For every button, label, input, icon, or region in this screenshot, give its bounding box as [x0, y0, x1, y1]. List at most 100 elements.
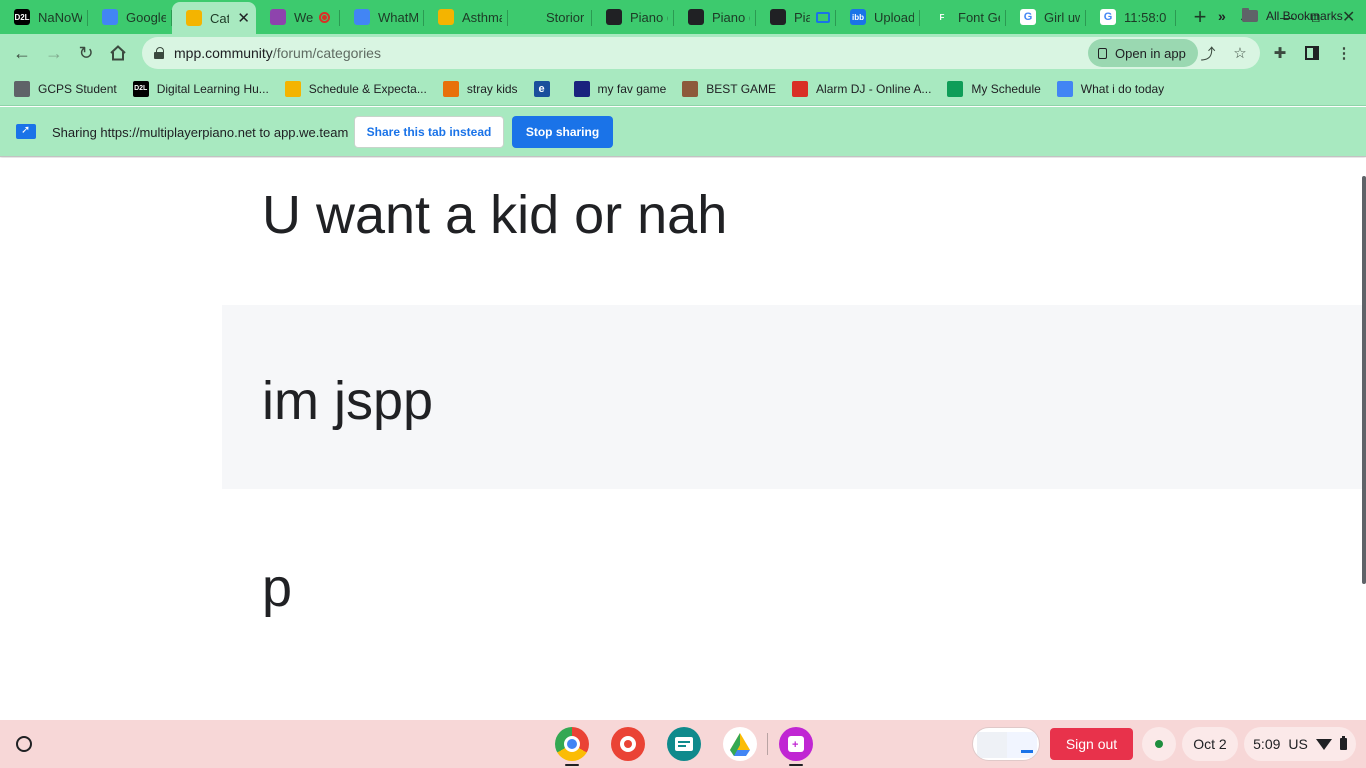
holding-thumbnail[interactable] — [1007, 732, 1037, 758]
holding-thumbnail[interactable] — [977, 732, 1007, 758]
holding-space-tray[interactable] — [972, 727, 1040, 761]
browser-tab[interactable]: G Girl uwu — [1006, 2, 1086, 32]
screen-sharing-infobar: Sharing https://multiplayerpiano.net to … — [0, 107, 1366, 157]
google-slides-icon — [438, 9, 454, 25]
category-title[interactable]: im jspp — [262, 370, 433, 432]
browser-tab[interactable]: D2L NaNoW — [0, 2, 88, 32]
bookmark-label: Alarm DJ - Online A... — [816, 81, 932, 96]
forum-category-row[interactable]: im jspp — [222, 305, 1366, 489]
fontgen-icon: F — [934, 9, 950, 25]
google-docs-icon — [1056, 80, 1073, 97]
google-drive-app-icon[interactable] — [723, 727, 757, 761]
google-slides-icon — [284, 80, 301, 97]
piano-icon — [606, 9, 622, 25]
folder-icon — [1242, 8, 1258, 22]
tab-title: WhatM — [378, 9, 418, 25]
browser-tab[interactable]: Piano ( — [674, 2, 756, 32]
back-button[interactable]: ← — [6, 37, 38, 69]
sharing-screen-icon — [816, 11, 830, 23]
reload-icon: ↻ — [78, 42, 94, 63]
close-tab-icon[interactable]: ✕ — [237, 9, 250, 27]
browser-tab[interactable]: Piano ( — [592, 2, 674, 32]
canvas-app-icon[interactable] — [611, 727, 645, 761]
browser-tab[interactable]: F Font Ge — [920, 2, 1006, 32]
google-g-icon: G — [1020, 9, 1036, 25]
browser-tab[interactable]: Google — [88, 2, 172, 32]
bookmark-label: my fav game — [597, 81, 667, 96]
bookmark-item[interactable]: BEST GAME — [682, 80, 776, 97]
tab-title: We — [294, 9, 314, 25]
classroom-app-icon[interactable] — [667, 727, 701, 761]
all-bookmarks-button[interactable]: All Bookmarks — [1242, 8, 1343, 23]
system-tray[interactable]: 5:09 US — [1244, 727, 1356, 761]
browser-tab[interactable]: Asthma — [424, 2, 508, 32]
share-icon[interactable]: ⤴ — [1198, 43, 1218, 63]
bookmark-item[interactable]: e — [533, 80, 558, 97]
battery-icon — [1339, 736, 1347, 750]
extensions-puzzle-icon[interactable]: ✚ — [1270, 43, 1290, 63]
weteam-icon — [270, 9, 286, 25]
home-button[interactable] — [102, 37, 134, 69]
date-tray[interactable]: Oct 2 — [1182, 727, 1238, 761]
launcher-button[interactable] — [10, 730, 38, 758]
tab-strip: D2L NaNoW Google Cat ✕ We WhatM Asthma Storior Pi… — [0, 0, 1366, 34]
tab-title: Upload — [874, 9, 914, 25]
bookmark-item[interactable]: D2L Digital Learning Hu... — [132, 80, 269, 97]
more-bookmarks-chevron-icon[interactable]: » — [1218, 8, 1226, 24]
browser-tab[interactable]: Storior — [508, 2, 592, 32]
sharing-status-text: Sharing https://multiplayerpiano.net to … — [52, 125, 349, 140]
new-tab-button[interactable]: + — [1182, 2, 1218, 32]
bookmark-item[interactable]: my fav game — [573, 80, 667, 97]
tab-title: Asthma — [462, 9, 502, 25]
browser-tab[interactable]: ibb Upload — [836, 2, 920, 32]
tab-title: Piano ( — [712, 9, 750, 25]
screencast-app-icon[interactable]: + — [779, 727, 813, 766]
bookmark-item[interactable]: My Schedule — [947, 80, 1041, 97]
tab-title: 11:58:0 — [1124, 9, 1167, 25]
ibb-icon: ibb — [850, 9, 866, 25]
page-content: U want a kid or nah im jspp p — [0, 158, 1366, 720]
forum-category-row[interactable]: p — [222, 489, 1366, 689]
face-icon — [682, 80, 699, 97]
browser-tab[interactable]: We — [256, 2, 340, 32]
open-in-app-button[interactable]: Open in app — [1088, 39, 1198, 67]
tab-title: Cat — [210, 10, 230, 26]
vertical-scrollbar[interactable] — [1362, 176, 1366, 584]
piano-icon — [770, 9, 786, 25]
google-sheets-icon — [947, 80, 964, 97]
bookmark-item[interactable]: Alarm DJ - Online A... — [792, 80, 932, 97]
browser-tab[interactable]: WhatM — [340, 2, 424, 32]
browser-tab[interactable]: G 11:58:0 — [1086, 2, 1176, 32]
forward-button[interactable]: → — [38, 37, 70, 69]
bookmark-star-icon[interactable]: ☆ — [1230, 43, 1250, 63]
close-window-icon[interactable]: ✕ — [1342, 0, 1355, 34]
bookmark-label: My Schedule — [971, 81, 1041, 96]
category-title[interactable]: p — [262, 557, 292, 619]
bookmark-item[interactable]: GCPS Student — [14, 80, 117, 97]
forum-category-row[interactable]: U want a kid or nah — [222, 158, 1366, 305]
sign-out-button[interactable]: Sign out — [1050, 728, 1133, 760]
home-icon — [110, 45, 126, 61]
bookmark-item[interactable]: Schedule & Expecta... — [284, 80, 427, 97]
category-title[interactable]: U want a kid or nah — [262, 184, 727, 246]
url-text[interactable]: mpp.community/forum/categories — [174, 45, 381, 61]
piano-icon — [688, 9, 704, 25]
swirl-icon — [442, 80, 459, 97]
open-in-app-label: Open in app — [1115, 45, 1186, 61]
menu-kebab-icon[interactable]: ⋮ — [1334, 43, 1354, 63]
share-this-tab-button[interactable]: Share this tab instead — [354, 116, 504, 148]
bookmark-item[interactable]: What i do today — [1056, 80, 1164, 97]
reload-button[interactable]: ↻ — [70, 37, 102, 69]
lock-icon[interactable] — [154, 47, 164, 59]
chrome-app-icon[interactable] — [555, 727, 589, 766]
browser-tab[interactable]: Pia — [756, 2, 836, 32]
bookmark-label: Schedule & Expecta... — [308, 81, 427, 96]
address-bar[interactable]: mpp.community/forum/categories Open in a… — [142, 37, 1260, 69]
side-panel-icon[interactable] — [1302, 43, 1322, 63]
stop-sharing-button[interactable]: Stop sharing — [512, 116, 613, 148]
status-indicator[interactable] — [1142, 727, 1176, 761]
google-docs-icon — [354, 9, 370, 25]
browser-tab[interactable]: Cat ✕ — [172, 2, 256, 34]
forward-arrow-icon: → — [45, 42, 63, 63]
bookmark-item[interactable]: stray kids — [442, 80, 518, 97]
